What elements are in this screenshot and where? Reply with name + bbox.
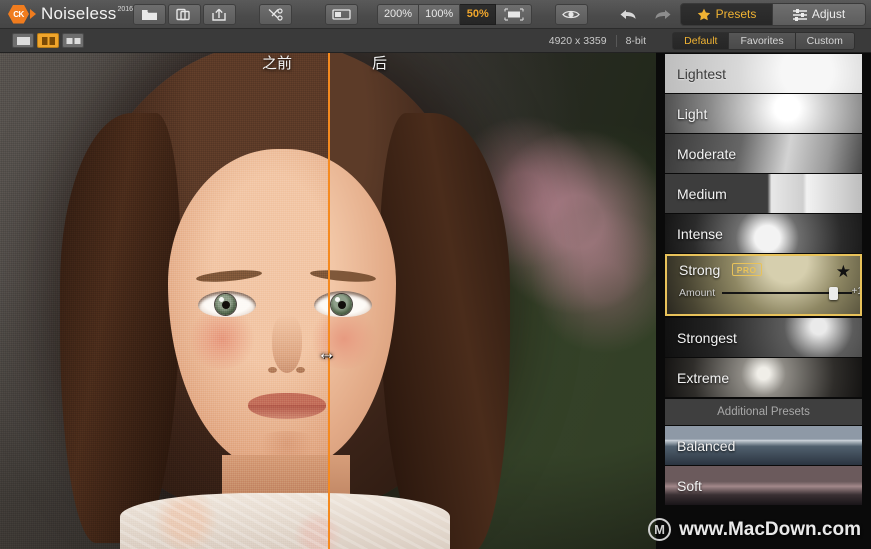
preset-tab-favorites[interactable]: Favorites [729, 31, 796, 50]
image-dimensions: 4920 x 3359 [548, 34, 607, 47]
view-mode-split[interactable] [37, 33, 59, 48]
amount-value: +100 [851, 286, 862, 297]
before-after-divider-handle[interactable] [328, 53, 330, 549]
redo-button[interactable] [646, 4, 679, 25]
preset-item-lightest[interactable]: Lightest [665, 54, 862, 93]
star-icon [697, 8, 711, 21]
tab-presets-label: Presets [715, 7, 757, 21]
tab-adjust[interactable]: Adjust [773, 2, 866, 26]
preset-label: Light [677, 105, 708, 122]
preset-category-tabs: Default Favorites Custom [656, 29, 871, 53]
scissors-icon [267, 7, 284, 21]
sliders-icon [792, 8, 807, 21]
duplicate-button[interactable] [168, 3, 201, 25]
amount-label: Amount [679, 287, 716, 299]
slider-knob[interactable] [829, 287, 838, 300]
share-icon [211, 8, 228, 21]
additional-presets-header: Additional Presets [665, 399, 862, 425]
folder-icon [141, 8, 158, 21]
preset-label: Strong [679, 261, 721, 278]
crop-button[interactable] [259, 3, 293, 25]
preset-tab-custom[interactable]: Custom [795, 31, 855, 50]
undo-arrow-icon [619, 8, 637, 21]
application-window: CK Noiseless 2016 200% 100% 50% Presets … [0, 0, 871, 549]
image-canvas[interactable]: 之前 后 ↔ [0, 53, 656, 549]
favorite-star-icon[interactable]: ★ [836, 263, 851, 280]
view-mode-group [12, 33, 84, 48]
preset-label: Moderate [677, 145, 737, 162]
preset-label: Lightest [677, 65, 727, 82]
macdown-logo-icon: M [648, 518, 672, 541]
tab-adjust-label: Adjust [811, 7, 846, 21]
brand-logo-area: CK Noiseless 2016 [0, 4, 134, 24]
mode-segmented-control: Presets Adjust [680, 2, 866, 26]
fit-to-screen-button[interactable] [496, 3, 533, 25]
presets-panel: Default Favorites Custom Lightest Light … [656, 29, 871, 549]
preset-label: Extreme [677, 369, 730, 386]
view-mode-side-by-side[interactable] [62, 33, 84, 48]
preset-item-strong-selected[interactable]: Strong PRO ★ Amount +100 [665, 254, 862, 316]
watermark-text: www.MacDown.com [679, 518, 861, 540]
logo-text: CK [13, 9, 24, 19]
preset-label: Balanced [677, 437, 736, 454]
preset-item-moderate[interactable]: Moderate [665, 134, 862, 173]
copy-icon [176, 8, 193, 21]
fit-to-screen-icon [504, 7, 524, 21]
undo-button[interactable] [611, 4, 644, 25]
image-info-bar: 4920 x 3359 8-bit [0, 29, 656, 53]
preset-item-light[interactable]: Light [665, 94, 862, 133]
preset-label: Soft [677, 477, 702, 494]
photo-hair-right [380, 113, 510, 549]
preview-eye-icon [561, 8, 581, 21]
preset-item-medium[interactable]: Medium [665, 174, 862, 213]
view-mode-single[interactable] [12, 33, 34, 48]
tab-presets[interactable]: Presets [680, 2, 773, 26]
logo-arrow-icon [30, 9, 36, 19]
photo-eye-glint-right [335, 297, 340, 302]
redo-arrow-icon [654, 8, 672, 21]
amount-slider[interactable]: +100 [722, 286, 860, 300]
after-label: 后 [372, 55, 388, 72]
top-toolbar: CK Noiseless 2016 200% 100% 50% Presets … [0, 0, 871, 29]
preset-item-intense[interactable]: Intense [665, 214, 862, 253]
preset-label: Strongest [677, 329, 737, 346]
zoom-100-button[interactable]: 100% [419, 3, 461, 25]
compare-layout-button[interactable] [324, 3, 358, 25]
preset-list[interactable]: Lightest Light Moderate Medium Intense S [656, 54, 871, 549]
preset-label: Intense [677, 225, 723, 242]
zoom-200-button[interactable]: 200% [376, 3, 420, 25]
preview-eye-button[interactable] [554, 3, 588, 25]
zoom-level-group: 200% 100% 50% [376, 3, 533, 25]
open-folder-button[interactable] [133, 3, 166, 25]
zoom-50-button[interactable]: 50% [460, 3, 497, 25]
creative-kit-hexagon-logo-icon: CK [8, 4, 29, 24]
app-title: Noiseless [41, 4, 117, 23]
preset-tab-default[interactable]: Default [672, 31, 730, 50]
before-half-overlay [0, 53, 329, 549]
pro-badge: PRO [731, 263, 762, 277]
preset-item-extreme[interactable]: Extreme [665, 358, 862, 397]
compare-icon [332, 8, 351, 21]
photo-pupil-right [338, 301, 346, 309]
file-actions-group [132, 3, 237, 25]
photo-iris-right [331, 294, 352, 315]
photo-noise-layer [0, 53, 329, 549]
image-bit-depth: 8-bit [615, 34, 656, 47]
image-metadata: 4920 x 3359 8-bit [548, 34, 656, 47]
watermark: M www.MacDown.com [648, 518, 861, 541]
preset-item-balanced[interactable]: Balanced [665, 426, 862, 465]
preset-label: Medium [677, 185, 727, 202]
preset-item-strongest[interactable]: Strongest [665, 318, 862, 357]
resize-cursor-icon: ↔ [317, 343, 336, 364]
amount-control-row: Amount +100 [667, 279, 860, 300]
share-button[interactable] [203, 3, 236, 25]
app-version-year: 2016 [117, 6, 134, 13]
preset-item-soft[interactable]: Soft [665, 466, 862, 505]
before-label: 之前 [262, 55, 293, 72]
